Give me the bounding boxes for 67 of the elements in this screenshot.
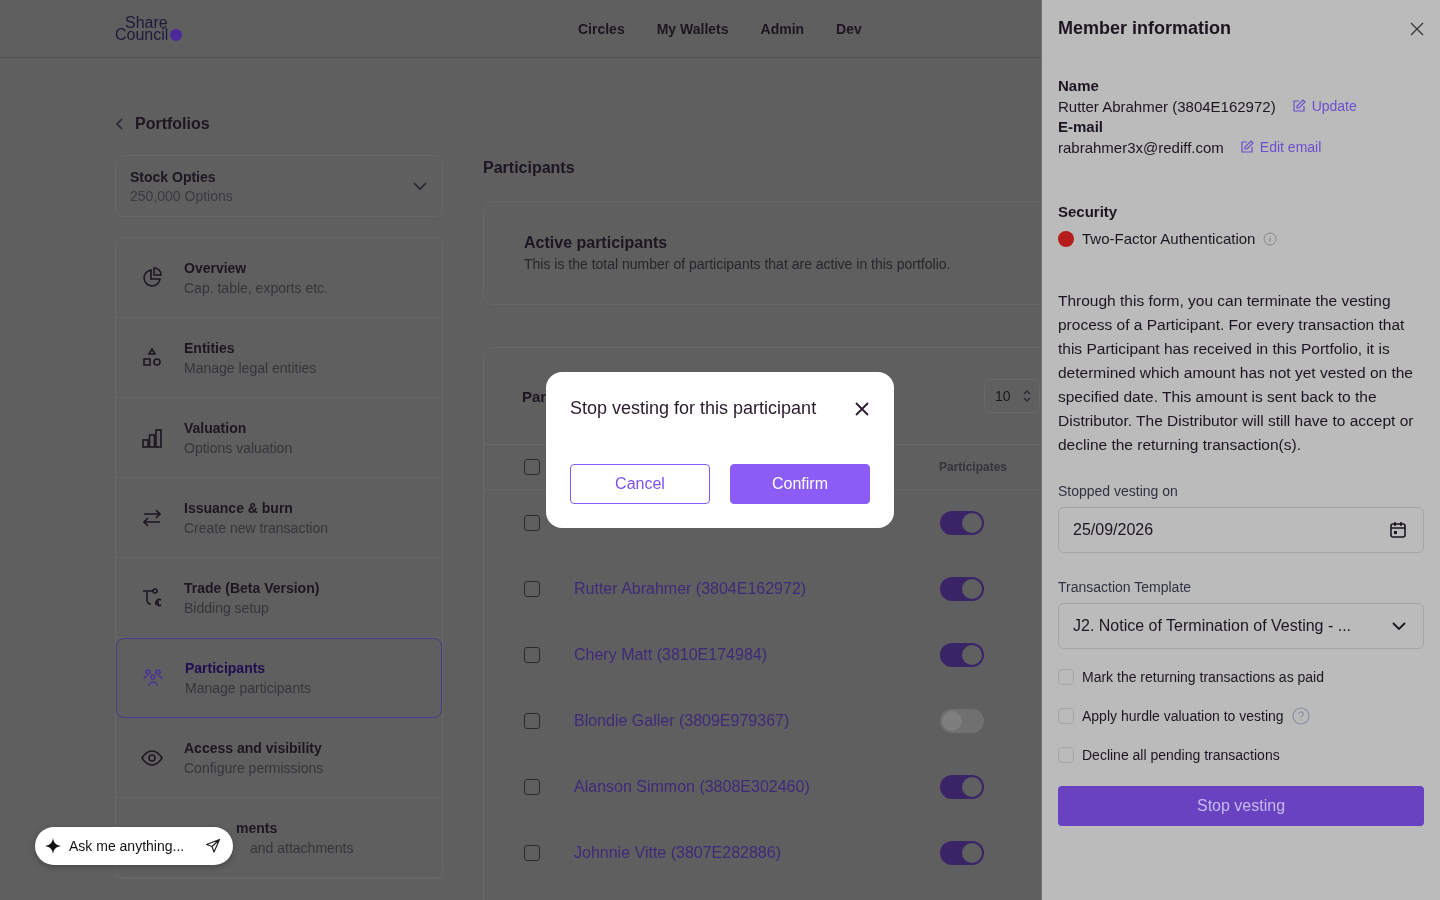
checkbox-label: Apply hurdle valuation to vesting [1082,708,1284,724]
field-label: Transaction Template [1058,579,1192,595]
card-description: This is the total number of participants that are active in this portfolio. [524,256,952,272]
up-down-icon [1023,390,1031,402]
chevron-down-icon [412,181,428,191]
back-link[interactable]: Portfolios [115,115,443,133]
card-title: Active participants [524,234,669,252]
template-select[interactable]: J2. Notice of Termination of Vesting - ... [1058,603,1424,649]
close-icon[interactable] [1410,21,1424,36]
member-email: rabrahmer3x@rediff.com [1058,138,1224,156]
item-title: ments [236,819,279,836]
chevron-left-icon [115,117,125,131]
checkbox[interactable] [524,713,540,729]
logo[interactable]: Share Council [115,16,195,41]
drawer-title: Member information [1058,18,1231,39]
help-icon[interactable] [1291,707,1310,725]
pencil-icon [1291,99,1306,113]
checkbox[interactable] [524,779,540,795]
send-icon[interactable] [205,838,221,854]
confirm-button[interactable]: Confirm [730,464,870,504]
update-link[interactable]: Update [1291,98,1357,114]
table-title: Par [522,387,547,405]
ask-field[interactable]: Ask me anything... [35,827,233,865]
item-title: Entities [184,339,236,356]
info-icon[interactable] [1263,231,1278,246]
page-title: Participants [483,159,576,177]
toggle[interactable] [940,643,984,667]
field-label: Stopped vesting on [1058,483,1178,499]
dialog-title: Stop vesting for this participant [570,398,817,419]
checkbox[interactable] [524,581,540,597]
checkbox-label: Decline all pending transactions [1082,747,1280,763]
item-title: Access and visibility [184,739,323,756]
checkbox-label: Mark the returning transactions as paid [1082,669,1324,685]
checkbox[interactable] [524,459,540,475]
item-title: Trade (Beta Version) [184,579,320,596]
toggle[interactable] [940,709,984,733]
item-title: Issuance & burn [184,499,294,516]
date-field[interactable]: 25/09/2026 [1058,507,1424,553]
pencil-icon [1239,140,1254,154]
pie-chart-icon [140,265,164,290]
page-size-select[interactable]: 10 [984,379,1040,413]
field-label: E-mail [1058,118,1103,135]
section-title: Security [1058,203,1118,220]
nav-link[interactable]: Circles [578,20,625,37]
checkbox[interactable] [524,647,540,663]
security-label: Two-Factor Authentication [1082,230,1256,247]
chevron-down-icon [1391,621,1407,631]
member-name: Rutter Abrahmer (3804E162972) [1058,97,1276,115]
item-title: Valuation [184,419,248,436]
toggle[interactable] [940,511,984,535]
edit-email-link[interactable]: Edit email [1239,139,1322,155]
toggle[interactable] [940,577,984,601]
item-title: Overview [184,259,248,276]
toggle[interactable] [940,775,984,799]
calendar-icon[interactable] [1389,521,1407,539]
nav-link[interactable]: My Wallets [656,20,729,37]
cancel-button[interactable]: Cancel [570,464,710,504]
description: Through this form, you can terminate the vesting process of a Participant. For every transaction that this Participant has received in this Portfolio, it is determined which amount has not yet vested on the specified date. This amount is sent back to the Distributor. The Distributor will still have to accept or decline the returning transaction(s). [1058,291,1415,455]
toggle[interactable] [940,841,984,865]
close-icon[interactable] [854,400,870,417]
item-title: Participants [185,660,267,676]
checkbox[interactable] [524,515,540,531]
stop-vesting-button[interactable]: Stop vesting [1058,786,1424,826]
checkbox[interactable] [524,845,540,861]
nav-link[interactable]: Dev [836,20,862,37]
field-label: Name [1058,77,1099,94]
nav-link[interactable]: Admin [760,20,805,37]
